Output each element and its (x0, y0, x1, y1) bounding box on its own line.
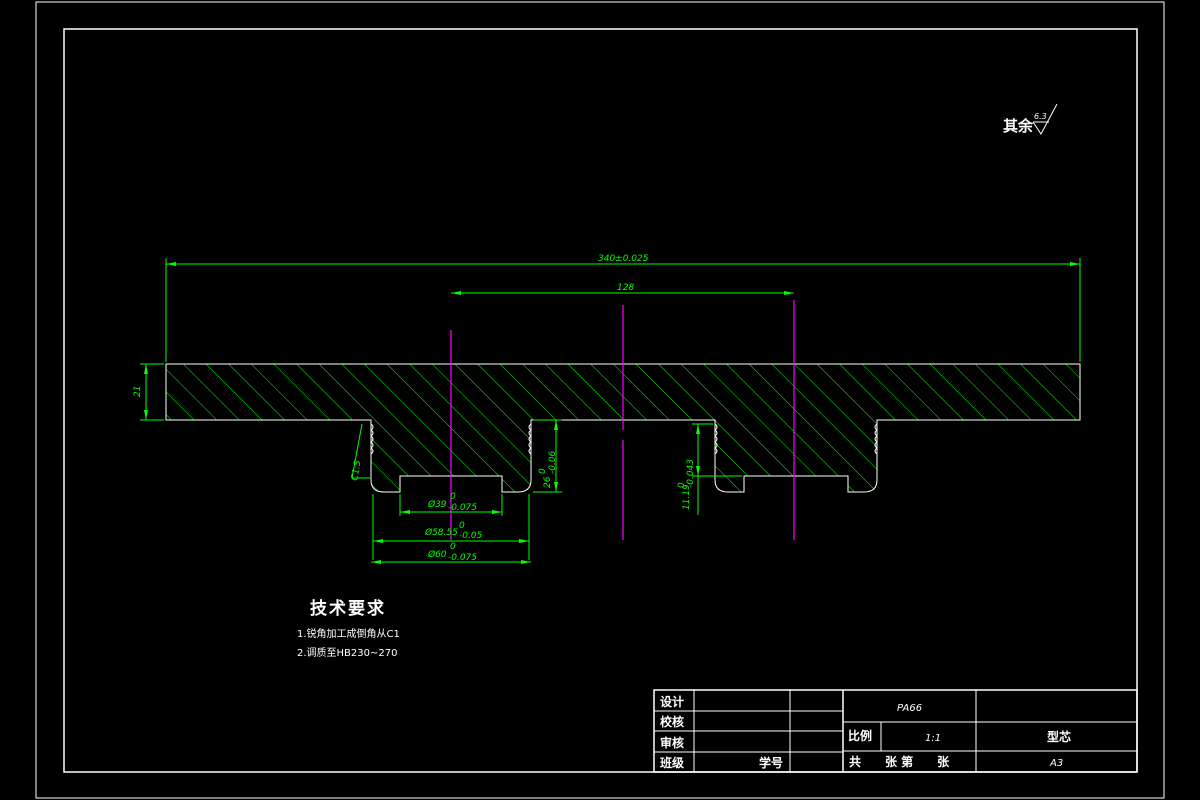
tb-part-name: 型芯 (1047, 729, 1071, 744)
dim-dia-58-tol-lower: -0.05 (459, 531, 483, 541)
tb-sheet-size: A3 (1049, 758, 1063, 769)
tech-req-title: 技术要求 (310, 598, 386, 619)
tb-check: 校核 (660, 714, 684, 729)
dim-dia-60-tol-upper: 0 (450, 542, 456, 552)
dim-center-distance: 128 (617, 283, 634, 293)
dim-dia-39: Ø39 (427, 499, 447, 510)
dim-dia-60-tol-lower: -0.075 (448, 553, 477, 563)
dim-groove-depth-tol: 0 (538, 468, 548, 474)
roughness-note: 其余 (1003, 117, 1034, 135)
dim-thickness: 21 (133, 386, 143, 397)
dim-groove-depth-tol2: -0.06 (548, 450, 558, 474)
tech-req-item-1: 1.锐角加工成倒角从C1 (297, 627, 400, 640)
dim-height-1119-tol-lower: -0.043 (686, 459, 696, 488)
tb-design: 设计 (660, 694, 684, 709)
tb-review: 审核 (660, 735, 684, 750)
roughness-value: 6.3 (1034, 112, 1047, 121)
dim-dia-39-tol-upper: 0 (450, 492, 456, 502)
tb-material: PA66 (897, 703, 922, 714)
tech-req-item-2: 2.调质至HB230~270 (297, 647, 397, 659)
dim-dia-60: Ø60 (427, 549, 447, 560)
tb-scale-value: 1:1 (925, 733, 941, 744)
dim-dia-58-tol-upper: 0 (459, 521, 465, 531)
tb-student-no: 学号 (759, 755, 783, 770)
dim-dia-58: Ø58.55 (424, 527, 458, 538)
drawing-canvas: 其余 6.3 340±0.025 128 21 26 0 -0.06 C1.5 … (35, 1, 1165, 799)
dim-dia-39-tol-lower: -0.075 (448, 503, 477, 513)
tb-scale-label: 比例 (848, 728, 872, 743)
tb-class: 班级 (660, 755, 684, 770)
dim-overall-length: 340±0.025 (598, 254, 649, 264)
dim-groove-depth: 26 (543, 476, 553, 488)
tb-sheets: 共 张 第 张 (849, 754, 950, 769)
